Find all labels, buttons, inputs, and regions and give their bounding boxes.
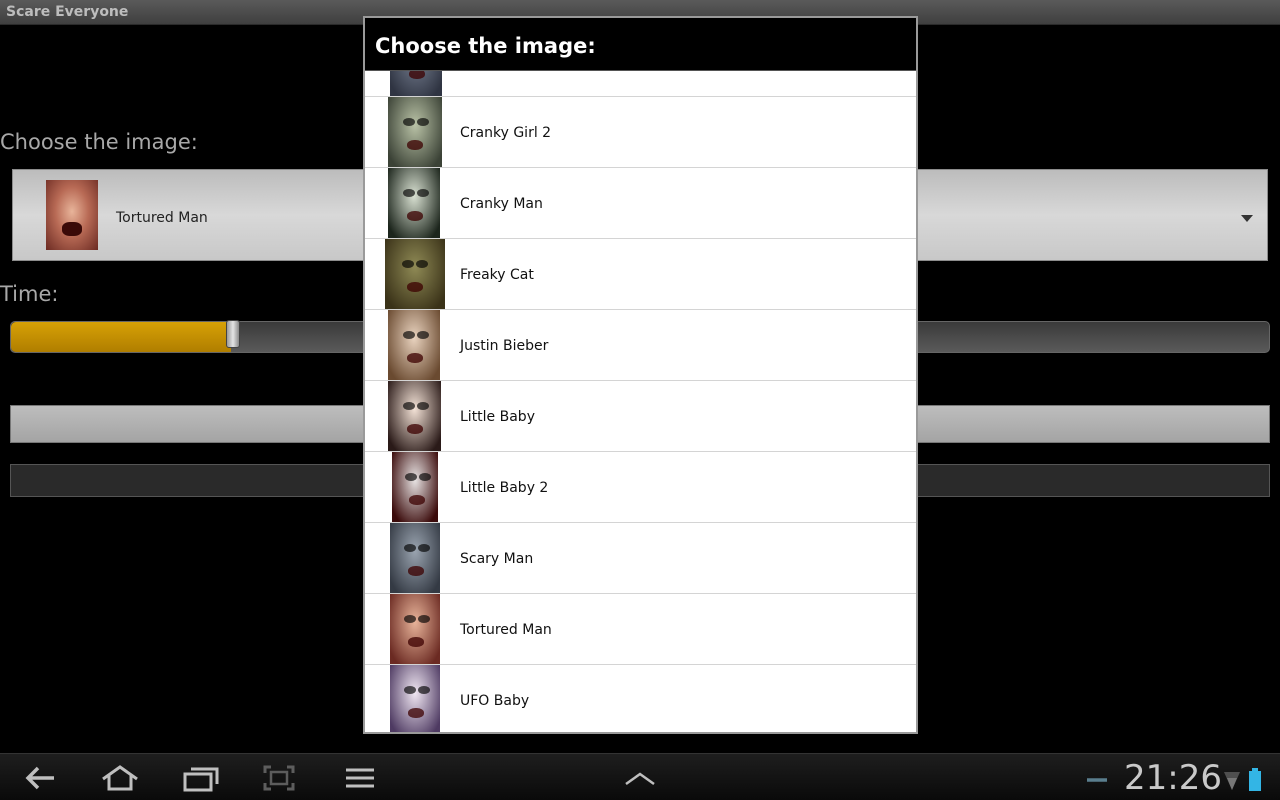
time-slider-thumb[interactable]: [226, 320, 241, 348]
list-item-label: UFO Baby: [460, 693, 530, 709]
wifi-signal-icon: [1224, 772, 1240, 790]
app-title: Scare Everyone: [6, 4, 129, 20]
list-item-thumbnail: [388, 381, 441, 451]
list-item-thumbnail: [385, 239, 445, 309]
choose-image-label: Choose the image:: [0, 130, 198, 154]
list-item-thumbnail: [390, 523, 440, 593]
list-item-thumbnail: [390, 71, 442, 96]
image-list[interactable]: Cranky Girl 2 Cranky Man Freaky Cat Justin …: [365, 71, 916, 732]
dialog-title: Choose the image:: [375, 34, 596, 58]
selected-image-thumbnail: [46, 180, 98, 250]
list-item[interactable]: Scary Man: [365, 523, 916, 594]
list-item-label: Tortured Man: [460, 622, 552, 638]
battery-icon: [1249, 768, 1261, 791]
system-bar: 21:26: [0, 753, 1280, 800]
minimize-dash-icon: [1087, 778, 1107, 782]
list-item[interactable]: Little Baby: [365, 381, 916, 452]
list-item-label: Scary Man: [460, 551, 534, 567]
dropdown-arrow-icon: [1241, 215, 1253, 222]
list-item-label: Little Baby 2: [460, 480, 549, 496]
time-slider-fill: [11, 322, 232, 352]
list-item[interactable]: UFO Baby: [365, 665, 916, 732]
list-item-label: Little Baby: [460, 409, 535, 425]
list-item-thumbnail: [390, 665, 440, 732]
list-item-thumbnail: [392, 452, 438, 522]
list-item-thumbnail: [388, 97, 442, 167]
list-item[interactable]: Freaky Cat: [365, 239, 916, 310]
list-item[interactable]: Tortured Man: [365, 594, 916, 665]
list-item[interactable]: Little Baby 2: [365, 452, 916, 523]
menu-icon[interactable]: [340, 762, 380, 794]
choose-image-dialog: Choose the image: Cranky Girl 2 Cranky Ma…: [363, 16, 918, 734]
recent-apps-icon[interactable]: [181, 762, 221, 794]
list-item-label: Cranky Man: [460, 196, 543, 212]
list-item-thumbnail: [390, 594, 440, 664]
dialog-header: Choose the image:: [365, 18, 916, 71]
chevron-up-icon[interactable]: [620, 762, 660, 794]
time-label: Time:: [0, 282, 59, 306]
list-item-thumbnail: [388, 168, 440, 238]
list-item[interactable]: Cranky Man: [365, 168, 916, 239]
list-item-label: Freaky Cat: [460, 267, 534, 283]
selected-image-name: Tortured Man: [116, 210, 208, 226]
home-icon[interactable]: [100, 762, 140, 794]
list-item-label: Cranky Girl 2: [460, 125, 552, 141]
list-item[interactable]: Justin Bieber: [365, 310, 916, 381]
back-icon[interactable]: [20, 762, 60, 794]
list-item-label: Justin Bieber: [460, 338, 549, 354]
list-item[interactable]: [365, 71, 916, 97]
list-item-thumbnail: [388, 310, 440, 380]
list-item[interactable]: Cranky Girl 2: [365, 97, 916, 168]
screenshot-icon[interactable]: [259, 762, 299, 794]
clock: 21:26: [1124, 758, 1222, 798]
